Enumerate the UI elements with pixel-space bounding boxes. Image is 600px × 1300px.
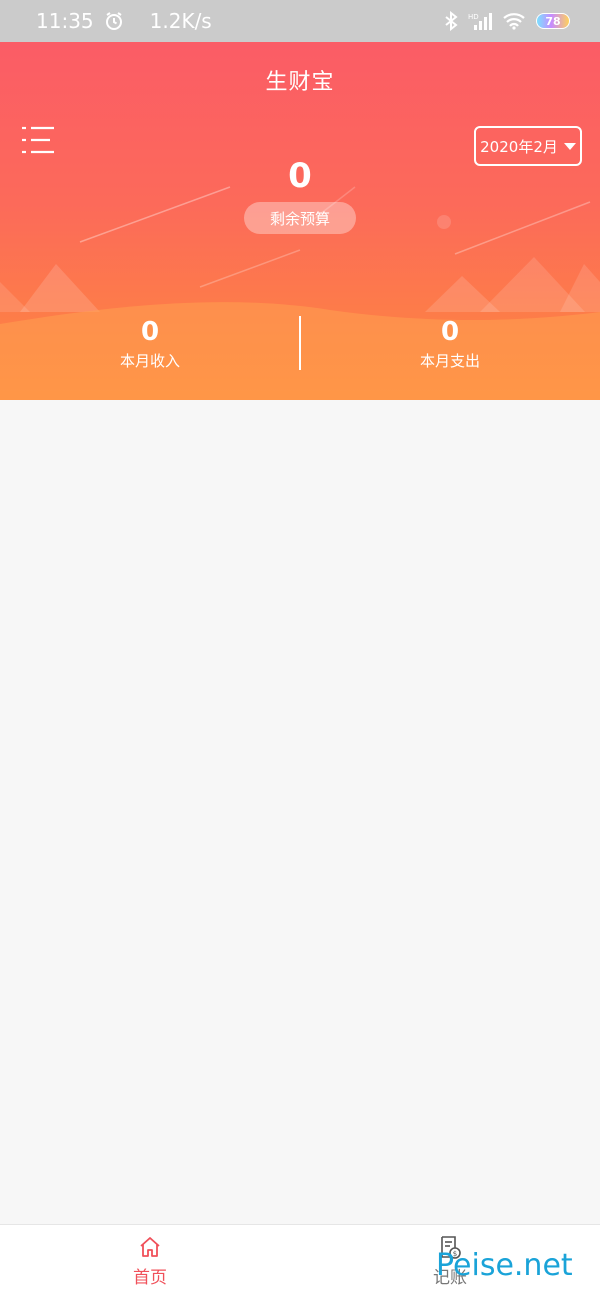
content-area [0, 400, 600, 1224]
nav-home[interactable]: 首页 [100, 1235, 200, 1288]
wifi-icon [502, 12, 526, 30]
app-title: 生财宝 [265, 70, 335, 95]
caret-down-icon [563, 142, 576, 150]
expense-value: 0 [440, 317, 460, 347]
expense-label: 本月支出 [419, 352, 480, 370]
hd-signal-icon: HD [468, 11, 492, 31]
bluetooth-icon [444, 11, 458, 31]
network-speed: 1.2K/s [149, 9, 212, 33]
menu-icon[interactable] [22, 126, 56, 154]
stats-divider [299, 316, 301, 370]
svg-text:HD: HD [468, 13, 479, 21]
month-selector-label: 2020年2月 [480, 137, 558, 156]
watermark: Peise.net [436, 1248, 573, 1283]
remaining-budget-label: 剩余预算 [244, 202, 356, 234]
expense-stat: 0 本月支出 [300, 316, 600, 372]
alarm-icon [104, 11, 124, 31]
battery-icon: 78 [536, 13, 570, 29]
status-time: 11:35 [36, 9, 94, 33]
summary-header: 生财宝 2020年2月 0 剩余预算 0 本月收入 0 本月支出 [0, 42, 600, 400]
income-stat: 0 本月收入 [0, 316, 300, 372]
income-label: 本月收入 [119, 352, 180, 370]
income-value: 0 [140, 317, 160, 347]
monthly-stats: 0 本月收入 0 本月支出 [0, 316, 600, 372]
nav-home-label: 首页 [133, 1268, 167, 1288]
remaining-budget-value: 0 [288, 156, 312, 196]
home-icon [140, 1237, 160, 1257]
status-bar: 11:35 1.2K/s HD 78 [0, 0, 600, 42]
